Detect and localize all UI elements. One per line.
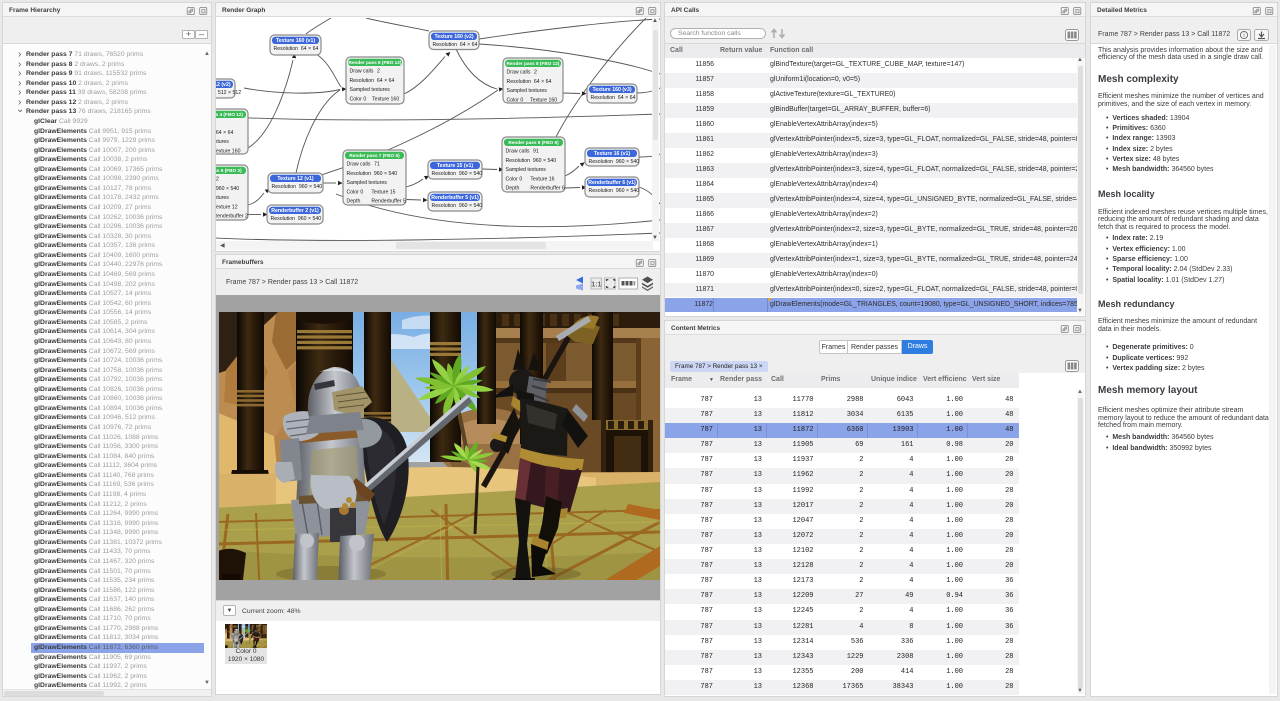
svg-text:Sampled textures: Sampled textures bbox=[506, 167, 547, 173]
svg-text:Sampled textures: Sampled textures bbox=[347, 180, 388, 186]
svg-text:Sampled textures: Sampled textures bbox=[350, 87, 391, 93]
svg-text:Sampled textures: Sampled textures bbox=[507, 88, 548, 94]
svg-text:Resolution 64 × 64: Resolution 64 × 64 bbox=[507, 79, 552, 85]
svg-text:Texture 160 (v2): Texture 160 (v2) bbox=[434, 34, 473, 40]
svg-text:Resolution 960 × 540: Resolution 960 × 540 bbox=[432, 171, 483, 177]
svg-text:Texture 160: Texture 160 bbox=[372, 96, 399, 102]
svg-text:Renderbuffer 2 (v1): Renderbuffer 2 (v1) bbox=[271, 208, 319, 214]
svg-text:Draw calls: Draw calls bbox=[507, 70, 531, 76]
svg-text:Color 0: Color 0 bbox=[506, 176, 523, 182]
svg-text:Texture 12 (v1): Texture 12 (v1) bbox=[277, 176, 314, 182]
svg-text:Texture 16: Texture 16 bbox=[530, 176, 554, 182]
svg-text:Resolution 960 × 540: Resolution 960 × 540 bbox=[347, 171, 398, 177]
svg-text:Texture 160: Texture 160 bbox=[530, 97, 557, 103]
svg-text:Resolution 64 × 64: Resolution 64 × 64 bbox=[591, 95, 636, 101]
svg-text:i: i bbox=[1243, 33, 1244, 39]
svg-text:Color 0: Color 0 bbox=[507, 97, 524, 103]
svg-text:Sampled textures: Sampled textures bbox=[216, 195, 229, 201]
svg-text:Resolution 960 × 540: Resolution 960 × 540 bbox=[432, 203, 483, 209]
svg-text:Texture 15: Texture 15 bbox=[371, 189, 395, 195]
svg-text:Draw calls: Draw calls bbox=[347, 162, 371, 168]
svg-text:Color 0: Color 0 bbox=[350, 96, 367, 102]
svg-text:Render pass 7 (FBO 5): Render pass 7 (FBO 5) bbox=[349, 153, 400, 158]
svg-text:Resolution 960 × 540: Resolution 960 × 540 bbox=[506, 158, 557, 164]
svg-text:Resolution 960 × 540: Resolution 960 × 540 bbox=[216, 186, 239, 192]
svg-text:Renderbuffer 2: Renderbuffer 2 bbox=[216, 214, 248, 220]
svg-text:Resolution 960 × 540: Resolution 960 × 540 bbox=[589, 188, 640, 194]
svg-text:Texture 160 (v3): Texture 160 (v3) bbox=[592, 87, 631, 93]
svg-text:Texture 160 (v1): Texture 160 (v1) bbox=[276, 38, 315, 44]
svg-text:Texture 16 (v1): Texture 16 (v1) bbox=[594, 151, 631, 157]
svg-text:Renderbuffer 6: Renderbuffer 6 bbox=[530, 186, 565, 192]
svg-text:Sampled textures: Sampled textures bbox=[216, 139, 229, 145]
svg-text:Resolution 512 × 512: Resolution 512 × 512 bbox=[216, 90, 241, 96]
svg-text:2: 2 bbox=[534, 70, 537, 76]
svg-text:Depth: Depth bbox=[506, 186, 520, 192]
svg-text:91: 91 bbox=[533, 149, 539, 155]
svg-text:Resolution 960 × 540: Resolution 960 × 540 bbox=[271, 216, 322, 222]
svg-text:Draw calls: Draw calls bbox=[506, 149, 530, 155]
svg-text:Render pass 6 (FBO 12): Render pass 6 (FBO 12) bbox=[349, 60, 402, 65]
svg-text:Renderbuffer 5: Renderbuffer 5 bbox=[371, 199, 406, 205]
svg-text:1:1: 1:1 bbox=[591, 281, 601, 288]
svg-text:2: 2 bbox=[216, 177, 219, 183]
svg-text:Render pass 4 (FBO 12): Render pass 4 (FBO 12) bbox=[216, 112, 243, 117]
svg-text:Draw calls: Draw calls bbox=[350, 69, 374, 75]
svg-text:Color 0: Color 0 bbox=[347, 189, 364, 195]
svg-text:Resolution 960 × 540: Resolution 960 × 540 bbox=[589, 159, 640, 165]
svg-text:Texture 12: Texture 12 bbox=[216, 204, 238, 210]
svg-text:Render pass 8 (FBO 12): Render pass 8 (FBO 12) bbox=[507, 61, 560, 66]
svg-text:Resolution 64 × 64: Resolution 64 × 64 bbox=[433, 42, 478, 48]
svg-text:Resolution 960 × 540: Resolution 960 × 540 bbox=[272, 184, 323, 190]
svg-text:Resolution 64 × 64: Resolution 64 × 64 bbox=[216, 130, 233, 136]
svg-text:Texture 512 (v2): Texture 512 (v2) bbox=[216, 82, 231, 88]
svg-text:Renderbuffer 6 (v1): Renderbuffer 6 (v1) bbox=[588, 180, 636, 186]
svg-text:71: 71 bbox=[374, 162, 380, 168]
svg-text:Depth: Depth bbox=[347, 199, 361, 205]
svg-text:2: 2 bbox=[377, 69, 380, 75]
svg-text:Texture 160: Texture 160 bbox=[216, 148, 241, 154]
svg-text:Renderbuffer 5 (v1): Renderbuffer 5 (v1) bbox=[431, 195, 479, 201]
svg-text:Resolution 64 × 64: Resolution 64 × 64 bbox=[274, 46, 319, 52]
svg-text:Texture 15 (v1): Texture 15 (v1) bbox=[437, 163, 474, 169]
svg-text:Render pass 5 (FBO 2): Render pass 5 (FBO 2) bbox=[216, 168, 242, 173]
svg-text:Resolution 64 × 64: Resolution 64 × 64 bbox=[350, 78, 395, 84]
svg-text:Render pass 9 (FBO 6): Render pass 9 (FBO 6) bbox=[508, 140, 559, 145]
